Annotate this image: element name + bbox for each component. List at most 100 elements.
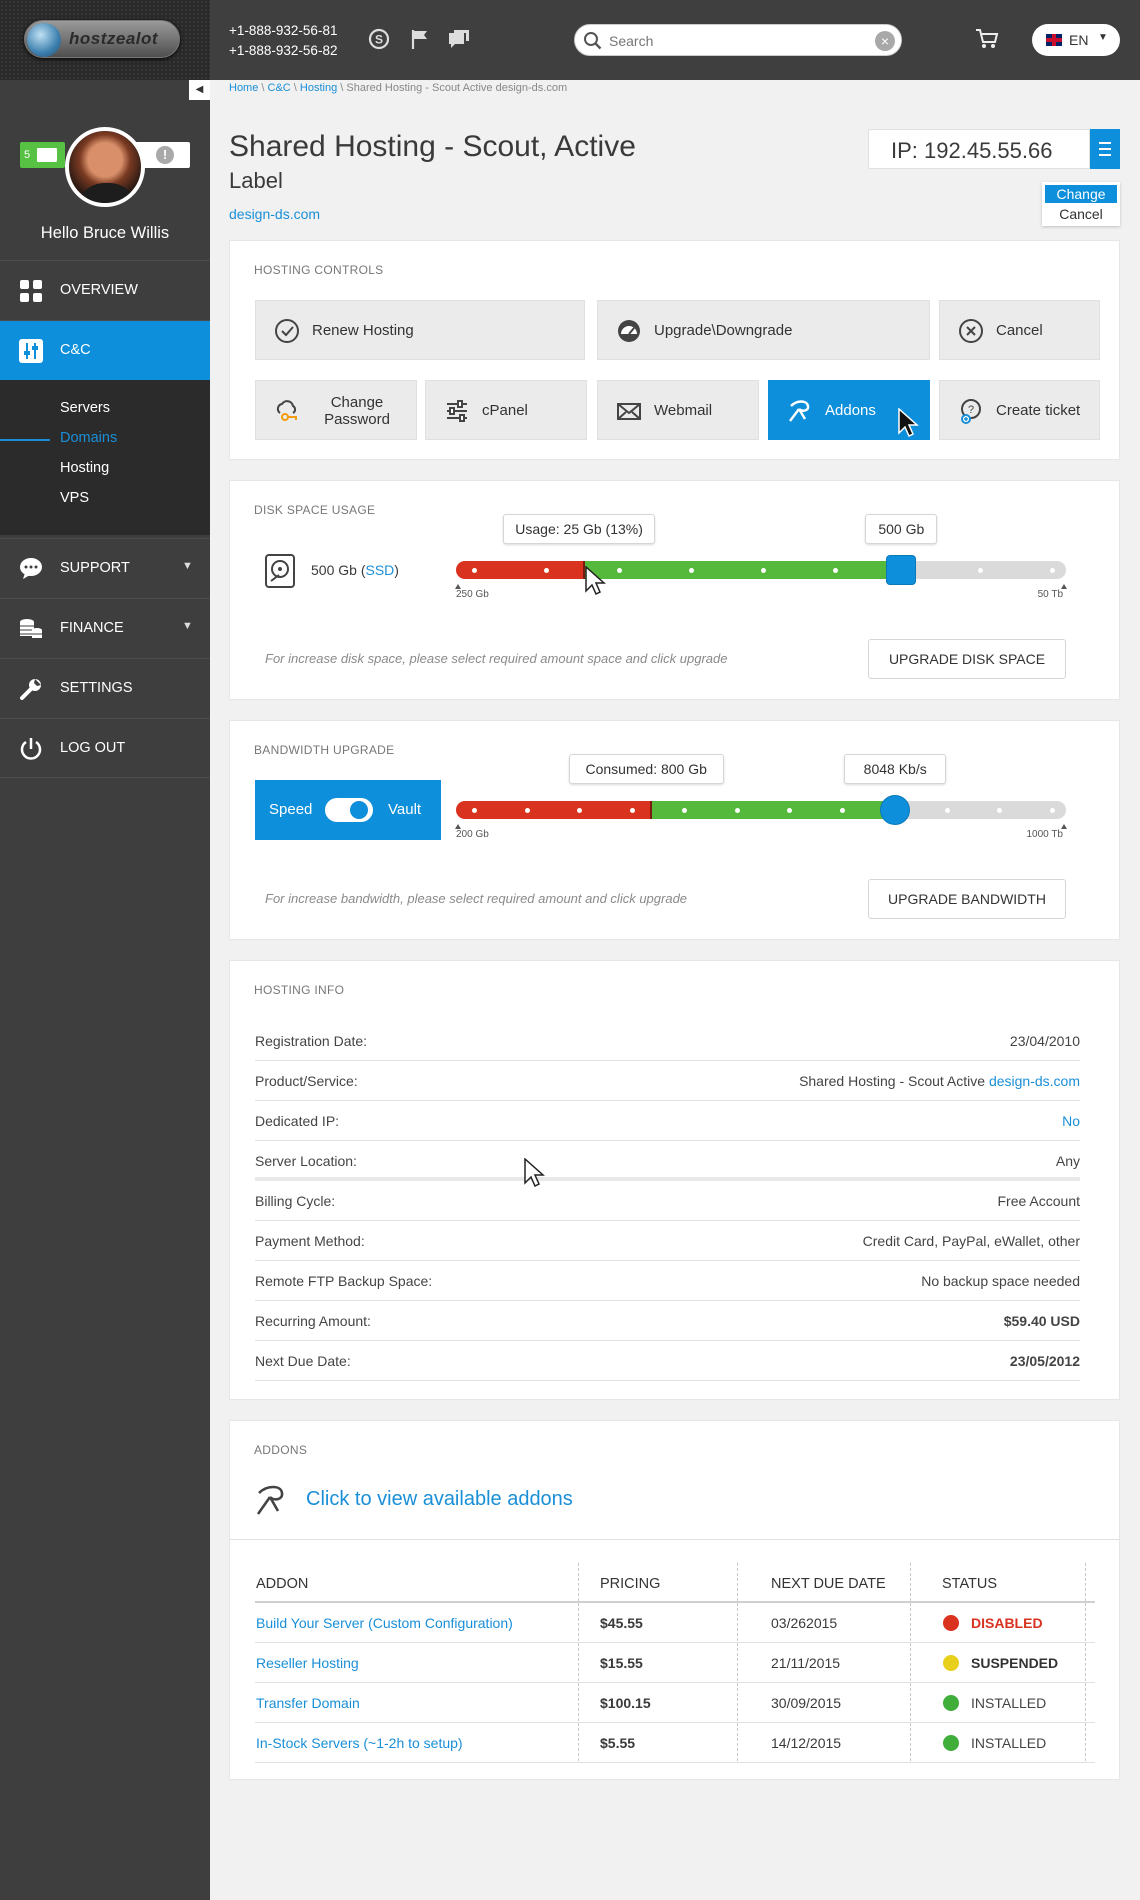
addon-name-link[interactable]: In-Stock Servers (~1-2h to setup) [256,1735,463,1751]
nav-cc[interactable]: C&C [0,320,210,380]
slider-step-dot [616,568,622,573]
info-row: Payment Method: Credit Card, PayPal, eWal… [255,1221,1080,1261]
addon-price: $5.55 [600,1735,636,1751]
slider-step-dot [977,568,983,573]
collapse-sidebar-button[interactable]: ◀ [189,80,210,100]
uk-flag-icon [1046,34,1062,46]
cpanel-button[interactable]: cPanel [425,380,587,440]
domain-link[interactable]: design-ds.com [229,206,320,222]
status-dot [943,1695,959,1711]
subnav-servers[interactable]: Servers [60,400,110,416]
breadcrumb-home[interactable]: Home [229,82,258,94]
webmail-button[interactable]: Webmail [597,380,759,440]
cart-icon[interactable] [974,26,1000,52]
column-header-status: STATUS [942,1576,998,1592]
upgrade-downgrade-button[interactable]: Upgrade\Downgrade [597,300,930,360]
addons-icon [255,1483,289,1517]
ticket-icon: ? [958,398,984,424]
bandwidth-slider-track[interactable] [456,801,1066,819]
upgrade-bandwidth-button[interactable]: UPGRADE BANDWIDTH [868,879,1066,919]
column-header-due-date: NEXT DUE DATE [771,1576,886,1592]
disk-usage-card: DISK SPACE USAGE 500 Gb (SSD) Usage: 25 … [229,480,1120,700]
addon-name-link[interactable]: Reseller Hosting [256,1655,359,1671]
menu-icon-line [1099,154,1111,156]
slider-step-dot [629,808,635,813]
nav-overview[interactable]: OVERVIEW [0,260,210,320]
caret-down-icon: ▼ [1098,32,1108,43]
product-name: Shared Hosting - Scout Active [799,1073,986,1089]
addon-due-date: 30/09/2015 [771,1695,842,1711]
active-indicator [0,439,50,441]
info-row: Remote FTP Backup Space: No backup space … [255,1261,1080,1301]
bandwidth-slider-handle[interactable] [880,795,911,825]
table-row: In-Stock Servers (~1-2h to setup) $5.55 … [255,1723,1095,1763]
consumed-segment [456,801,652,819]
slider-step-dot [734,808,740,813]
nav-settings[interactable]: SETTINGS [0,658,210,718]
messages-badge[interactable]: 5 [20,142,65,168]
speed-vault-toggle[interactable]: Speed Vault [255,780,441,840]
nav-label: FINANCE [60,620,124,636]
breadcrumb-hosting[interactable]: Hosting [300,82,337,94]
nav-support[interactable]: SUPPORT ▼ [0,538,210,598]
table-row: Transfer Domain $100.15 30/09/2015 INSTA… [255,1683,1095,1723]
chevron-down-icon: ▼ [182,560,193,572]
language-selector[interactable]: EN ▼ [1032,24,1120,56]
addon-due-date: 03/262015 [771,1615,838,1631]
toggle-switch[interactable] [325,798,373,822]
change-password-button[interactable]: Change Password [255,380,417,440]
upgrade-disk-button[interactable]: UPGRADE DISK SPACE [868,639,1066,679]
envelope-icon [37,148,57,162]
info-value: Credit Card, PayPal, eWallet, other [862,1233,1080,1249]
breadcrumb-current: Shared Hosting - Scout Active design-ds.… [346,82,568,94]
create-ticket-button[interactable]: ? Create ticket [939,380,1100,440]
disk-hint: For increase disk space, please select r… [265,651,728,666]
info-value: Free Account [997,1193,1081,1209]
slider-step-dot [839,808,845,813]
breadcrumb-cc[interactable]: C&C [268,82,291,94]
section-title: HOSTING INFO [254,983,345,997]
cc-subnav: Servers Domains Hosting VPS [0,380,210,535]
info-key: Dedicated IP: [255,1113,340,1129]
addon-name-link[interactable]: Build Your Server (Custom Configuration) [256,1615,513,1631]
button-label: Renew Hosting [312,322,414,339]
logo-globe-icon [27,23,61,57]
chat-icon[interactable] [446,26,472,52]
info-value: Shared Hosting - Scout Active design-ds.… [799,1073,1080,1089]
nav-logout[interactable]: LOG OUT [0,718,210,778]
ip-menu-button[interactable] [1090,129,1120,169]
renew-hosting-button[interactable]: Renew Hosting [255,300,585,360]
skype-icon[interactable]: S [366,26,392,52]
clear-search-icon[interactable]: × [875,31,895,51]
view-addons-link[interactable]: Click to view available addons [306,1488,573,1511]
flag-icon[interactable] [407,26,433,52]
menu-icon-line [1099,142,1111,144]
logo[interactable]: hostzealot [24,20,180,58]
info-value: Any [1055,1153,1080,1169]
logo-area[interactable]: hostzealot [0,0,210,80]
change-ip-option[interactable]: Change [1045,185,1117,203]
disk-type-link[interactable]: SSD [366,562,395,578]
addon-due-date: 21/11/2015 [771,1655,841,1671]
dedicated-ip-link[interactable]: No [1062,1113,1080,1129]
disk-slider-handle[interactable] [886,555,917,585]
phone-numbers: +1-888-932-56-81 +1-888-932-56-82 [229,21,337,61]
search-input[interactable] [609,31,859,51]
addon-name-link[interactable]: Transfer Domain [256,1695,360,1711]
product-domain-link[interactable]: design-ds.com [989,1073,1080,1089]
selected-size-tooltip: 500 Gb [865,514,938,544]
avatar[interactable] [65,127,145,207]
hosting-info-card: HOSTING INFO Registration Date: 23/04/201… [229,960,1120,1400]
subnav-domains[interactable]: Domains [60,430,117,446]
dashboard-icon [19,279,43,303]
subnav-vps[interactable]: VPS [60,490,89,506]
addons-card: ADDONS Click to view available addons AD… [229,1420,1120,1780]
subnav-hosting[interactable]: Hosting [60,460,109,476]
search-box[interactable]: × [574,24,902,56]
page-label: Label [229,168,283,193]
consumed-marker [650,801,653,819]
cancel-ip-option[interactable]: Cancel [1045,205,1117,223]
slider-step-dot [524,808,530,813]
nav-finance[interactable]: FINANCE ▼ [0,598,210,658]
cancel-hosting-button[interactable]: Cancel [939,300,1100,360]
